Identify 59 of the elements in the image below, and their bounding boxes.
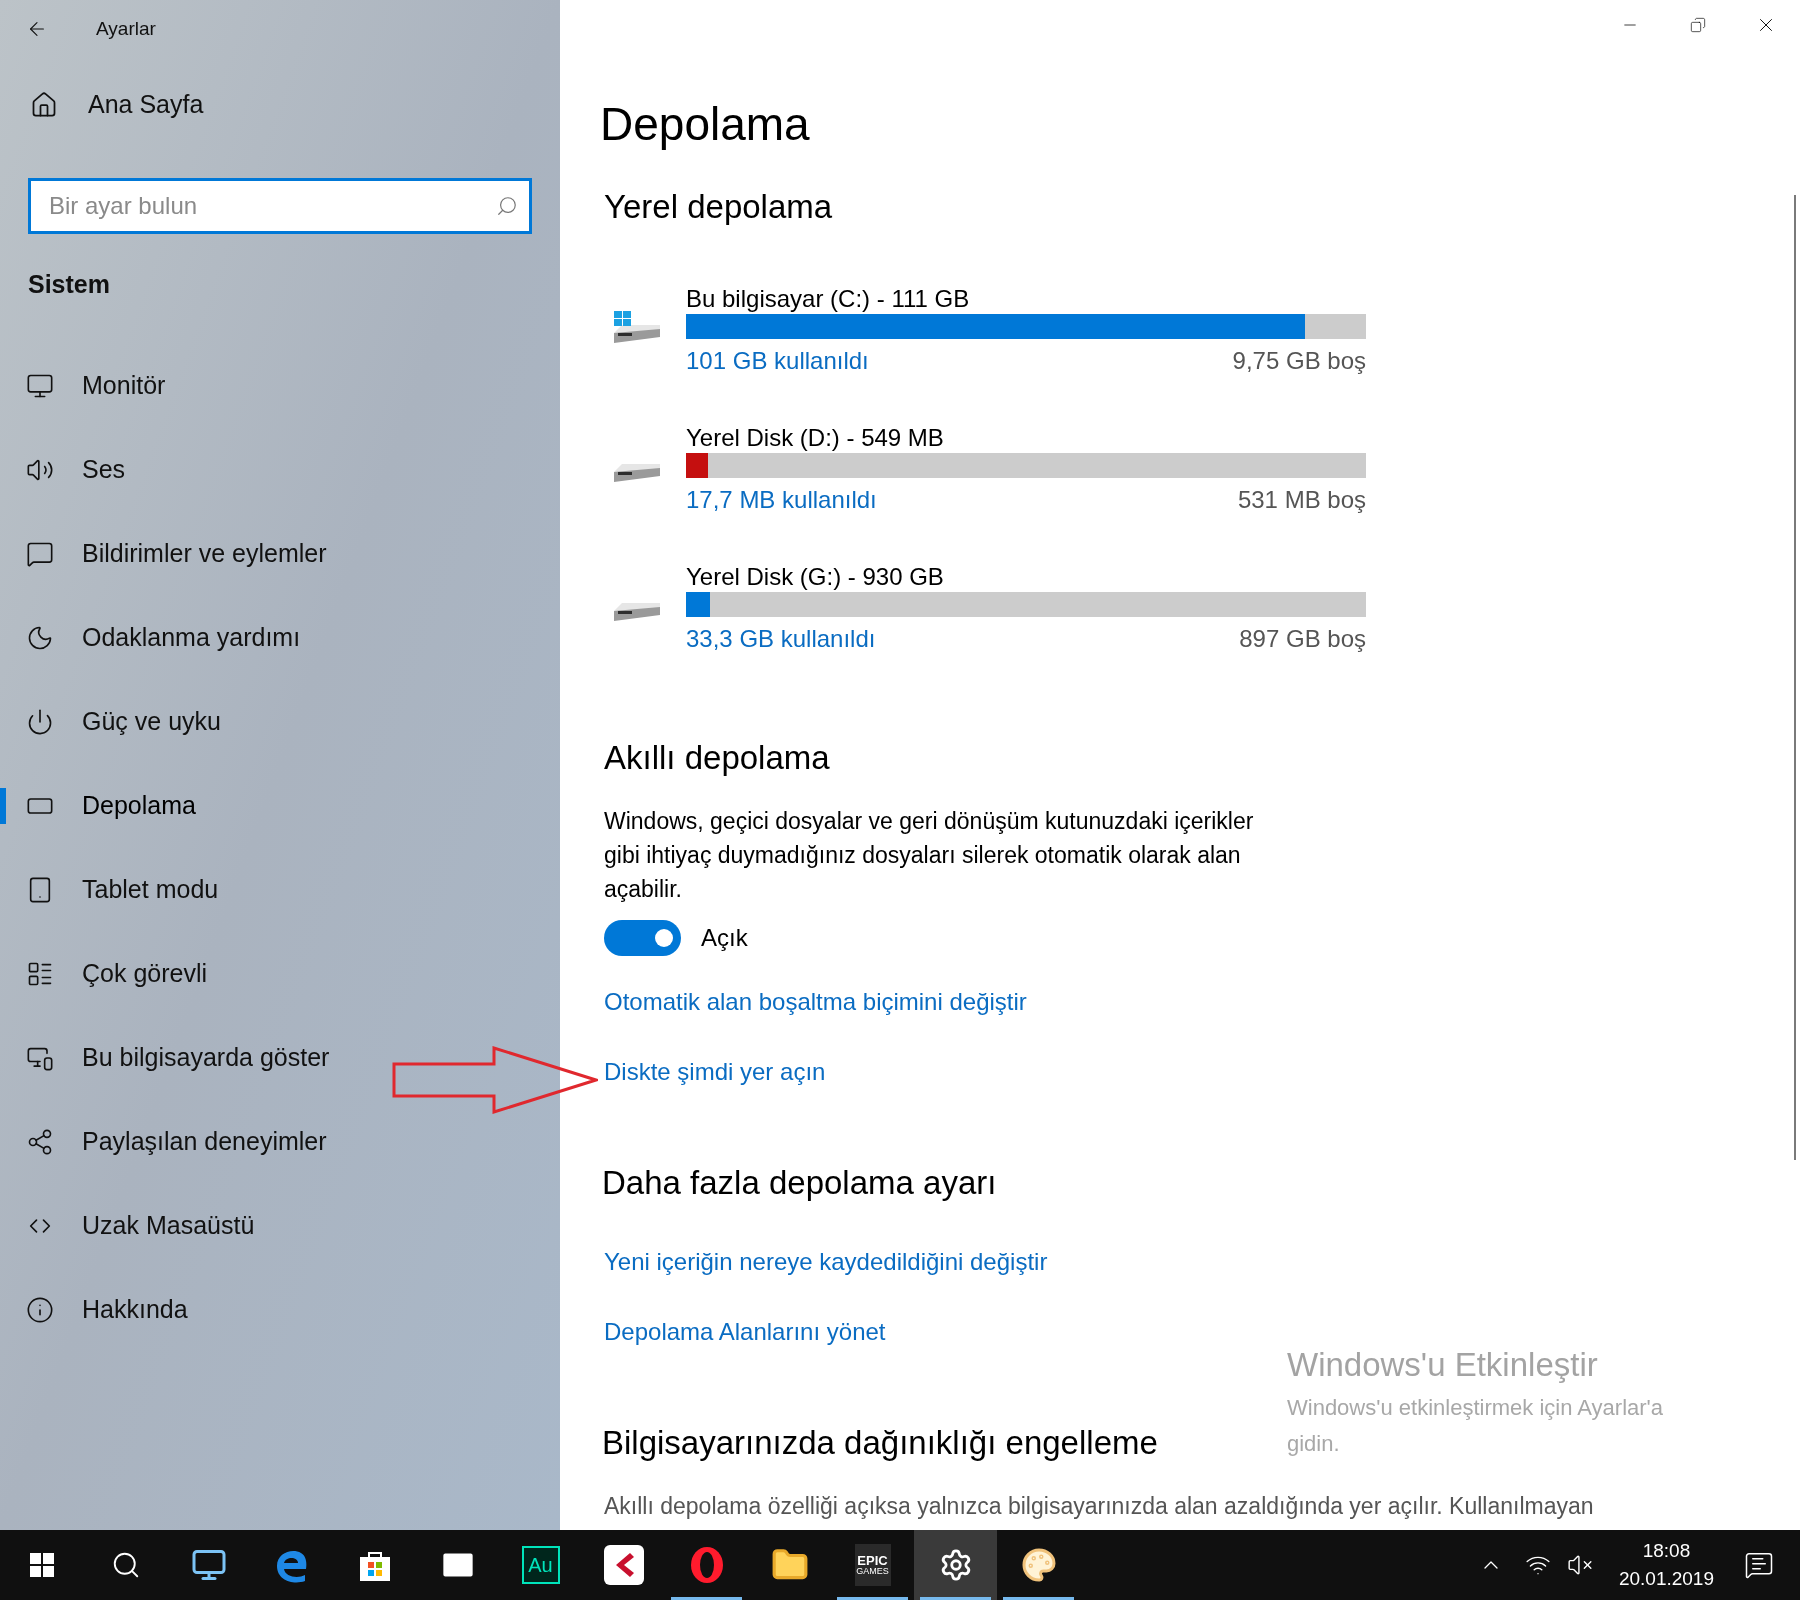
drive-name: Yerel Disk (D:) - 549 MB	[686, 422, 944, 453]
settings-link[interactable]: Depolama Alanlarını yönet	[604, 1315, 886, 1348]
activation-text: Windows'u etkinleştirmek için Ayarlar'a gidin.	[1287, 1393, 1665, 1458]
drive-name: Yerel Disk (G:) - 930 GB	[686, 561, 944, 592]
sidebar-item[interactable]: Çok görevli	[82, 954, 208, 993]
sidebar-item[interactable]: Ses	[82, 450, 126, 489]
sidebar-item[interactable]: Bu bilgisayarda göster	[82, 1038, 330, 1077]
epic-app-icon[interactable]: EPIC GAMES	[854, 1544, 891, 1586]
free-space-text: 9,75 GB boş	[1232, 345, 1366, 376]
activation-title: Windows'u Etkinleştir	[1287, 1345, 1599, 1385]
audition-app-icon[interactable]: Au	[521, 1546, 560, 1584]
sidebar-item[interactable]: Güç ve uyku	[82, 702, 221, 741]
o-logo-icon[interactable]	[688, 1546, 725, 1584]
description-text: Windows, geçici dosyalar ve geri dönüşüm kutunuzdaki içerikler gibi ihtiyaç duymadığınız dosyaları silerek otomatik olarak alan açabilir.	[604, 807, 1255, 904]
computer-icon[interactable]	[190, 1547, 227, 1583]
used-space-link[interactable]: 33,3 GB kullanıldı	[686, 620, 876, 657]
free-space-text: 897 GB boş	[1239, 623, 1366, 654]
home-icon[interactable]	[30, 91, 58, 119]
sidebar-item[interactable]: Paylaşılan deneyimler	[82, 1122, 327, 1161]
sidebar-item[interactable]: Bildirimler ve eylemler	[82, 534, 327, 573]
notifications-icon[interactable]	[1744, 1550, 1774, 1580]
sidebar-item[interactable]: Depolama	[82, 786, 196, 825]
settings-link[interactable]: Diskte şimdi yer açın	[604, 1056, 826, 1088]
power-icon	[26, 707, 54, 736]
description-text: Akıllı depolama özelliği açıksa yalnızca bilgisayarınızda alan azaldığında yer açılır. Kullanılmayan	[604, 1492, 1594, 1521]
share-icon	[26, 1127, 54, 1156]
used-space-link[interactable]: 101 GB kullanıldı	[686, 342, 869, 379]
section-heading: Bilgisayarınızda dağınıklığı engelleme	[602, 1422, 1158, 1463]
restore-icon[interactable]	[1690, 17, 1706, 33]
section-heading: Akıllı depolama	[604, 737, 830, 778]
clock-time[interactable]: 18:08	[1642, 1536, 1691, 1565]
cubase-app-icon[interactable]	[603, 1545, 644, 1585]
page-title: Depolama	[600, 97, 810, 152]
search-field[interactable]: Bir ayar bulun	[28, 178, 532, 234]
taskbar-button[interactable]: EPIC GAMES	[831, 1530, 914, 1600]
taskbar-button[interactable]	[914, 1530, 997, 1600]
sidebar-item[interactable]: Uzak Masaüstü	[82, 1206, 255, 1245]
clock-date[interactable]: 20.01.2019	[1618, 1565, 1714, 1594]
windows-logo-icon[interactable]	[30, 1553, 54, 1577]
used-space-link[interactable]: 17,7 MB kullanıldı	[686, 481, 877, 518]
taskbar-button[interactable]: Au	[499, 1530, 582, 1600]
toggle-switch[interactable]	[604, 920, 681, 956]
window-title: Ayarlar	[96, 16, 156, 41]
section-heading: Daha fazla depolama ayarı	[602, 1163, 997, 1203]
home-link[interactable]: Ana Sayfa	[88, 86, 204, 124]
sidebar-item[interactable]: Monitör	[82, 366, 166, 405]
section-heading: Sistem	[28, 269, 111, 300]
scrollbar[interactable]	[1794, 195, 1796, 1160]
sidebar-item[interactable]: Tablet modu	[82, 870, 219, 909]
drive-name: Bu bilgisayar (C:) - 111 GB	[686, 283, 970, 314]
sidebar-item[interactable]: Odaklanma yardımı	[82, 618, 301, 657]
settings-link[interactable]: Otomatik alan boşaltma biçimini değiştir	[604, 986, 1027, 1018]
palette-icon[interactable]	[1020, 1547, 1057, 1583]
sidebar-item[interactable]: Hakkında	[82, 1290, 188, 1329]
section-heading: Yerel depolama	[604, 187, 833, 227]
settings-link[interactable]: Yeni içeriğin nereye kaydedildiğini değiştir	[604, 1245, 1048, 1278]
toggle-label: Açık	[701, 923, 748, 953]
free-space-text: 531 MB boş	[1237, 484, 1366, 515]
info-icon	[26, 1295, 54, 1324]
